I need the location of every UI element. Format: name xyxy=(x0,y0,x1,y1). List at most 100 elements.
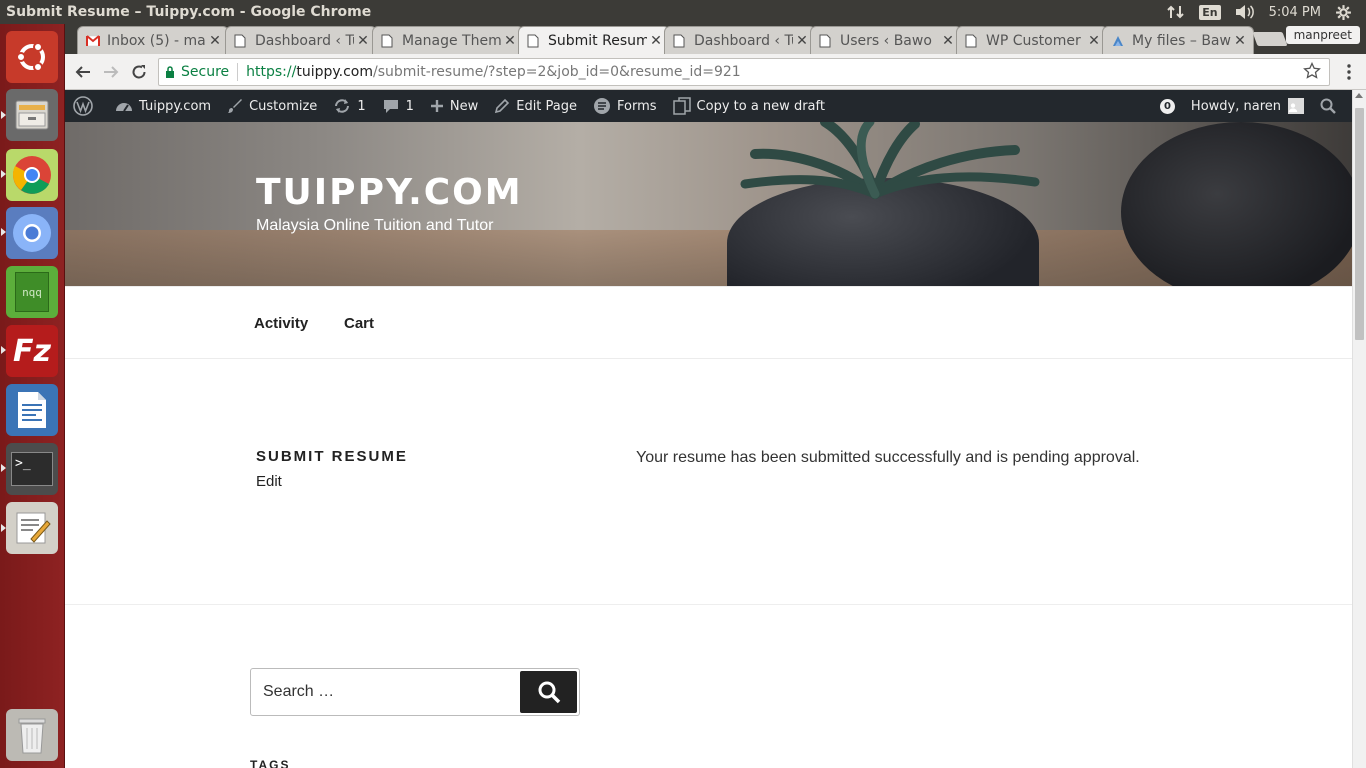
admin-comments-count: 1 xyxy=(405,98,414,114)
admin-edit-page[interactable]: Edit Page xyxy=(486,90,585,122)
secure-indicator[interactable]: Secure xyxy=(165,64,229,80)
clock[interactable]: 5:04 PM xyxy=(1269,5,1321,20)
lock-icon xyxy=(166,66,174,78)
tab-my-files[interactable]: My files – Bawo ✕ xyxy=(1102,26,1254,54)
volume-icon[interactable] xyxy=(1235,4,1255,20)
admin-edit-page-label: Edit Page xyxy=(516,98,578,114)
chrome-icon[interactable] xyxy=(6,149,58,201)
bookmark-star-icon[interactable] xyxy=(1303,61,1321,84)
admin-notifications[interactable]: 0 xyxy=(1152,90,1183,122)
succulent-leaves xyxy=(740,122,1040,199)
tab-users[interactable]: Users ‹ Bawo ✕ xyxy=(810,26,962,54)
terminal-icon[interactable]: >_ xyxy=(6,443,58,495)
admin-customize-label: Customize xyxy=(249,98,318,114)
tab-dashboard-2[interactable]: Dashboard ‹ Tuippy ✕ xyxy=(664,26,816,54)
admin-updates[interactable]: 1 xyxy=(325,90,373,122)
notifications-count: 0 xyxy=(1159,98,1175,114)
avatar xyxy=(1288,98,1304,114)
profile-button[interactable]: manpreet xyxy=(1285,26,1360,44)
browser-window: Inbox (5) - manpreet ✕ Dashboard ‹ Tuipp… xyxy=(65,24,1366,90)
trash-icon[interactable] xyxy=(6,709,58,761)
close-icon[interactable]: ✕ xyxy=(354,33,372,49)
keyboard-layout-label: En xyxy=(1199,4,1221,20)
tab-label: Manage Themes xyxy=(402,32,501,49)
tab-inbox[interactable]: Inbox (5) - manpreet ✕ xyxy=(77,26,229,54)
search-input[interactable] xyxy=(263,669,513,715)
admin-updates-count: 1 xyxy=(357,98,366,114)
close-icon[interactable]: ✕ xyxy=(793,33,811,49)
edit-link[interactable]: Edit xyxy=(256,473,282,490)
site-title[interactable]: TUIPPY.COM xyxy=(256,172,523,213)
admin-bar-right: 0 Howdy, naren xyxy=(1152,90,1352,122)
nav-cart[interactable]: Cart xyxy=(344,315,374,332)
tab-submit-resume[interactable]: Submit Resume – Tuippy ✕ xyxy=(518,26,670,55)
writer-icon[interactable] xyxy=(6,384,58,436)
admin-site-name[interactable]: Tuippy.com xyxy=(107,90,219,122)
admin-new[interactable]: New xyxy=(422,90,486,122)
secure-label: Secure xyxy=(181,64,230,80)
chromium-icon[interactable] xyxy=(6,207,58,259)
running-indicator xyxy=(1,524,6,532)
reload-icon[interactable] xyxy=(127,60,151,84)
ubuntu-dash-icon[interactable] xyxy=(6,31,58,83)
tab-label: Inbox (5) - manpreet xyxy=(107,32,206,49)
comments-icon xyxy=(383,100,398,113)
admin-forms[interactable]: Forms xyxy=(585,90,665,122)
page-scrollbar[interactable] xyxy=(1352,90,1366,768)
admin-my-account[interactable]: Howdy, naren xyxy=(1183,90,1312,122)
admin-comments[interactable]: 1 xyxy=(374,90,422,122)
forms-icon xyxy=(594,98,611,114)
admin-customize[interactable]: Customize xyxy=(219,90,325,122)
address-bar[interactable]: Secure https://tuippy.com/submit-resume/… xyxy=(158,58,1330,86)
close-icon[interactable]: ✕ xyxy=(501,33,519,49)
page-icon xyxy=(965,34,979,48)
tab-dashboard[interactable]: Dashboard ‹ Tuippy ✕ xyxy=(225,26,377,54)
page-icon xyxy=(527,34,541,48)
admin-copy-draft[interactable]: Copy to a new draft xyxy=(665,90,833,122)
gear-icon[interactable] xyxy=(1335,4,1352,21)
page-icon xyxy=(381,34,395,48)
close-icon[interactable]: ✕ xyxy=(939,33,957,49)
close-icon[interactable]: ✕ xyxy=(206,33,224,49)
close-icon[interactable]: ✕ xyxy=(647,33,665,49)
wp-logo-icon[interactable] xyxy=(65,90,107,122)
text-editor-icon[interactable] xyxy=(6,502,58,554)
menu-icon[interactable] xyxy=(1337,60,1361,84)
search-icon[interactable] xyxy=(1312,90,1352,122)
back-icon[interactable] xyxy=(71,60,95,84)
network-icon[interactable] xyxy=(1167,4,1185,20)
scrollbar-thumb[interactable] xyxy=(1355,108,1364,340)
files-icon[interactable] xyxy=(6,89,58,141)
howdy-label: Howdy, naren xyxy=(1190,98,1281,114)
new-tab-button[interactable] xyxy=(1252,32,1288,46)
nav-activity[interactable]: Activity xyxy=(254,315,308,332)
submission-message: Your resume has been submitted successfu… xyxy=(636,449,1140,466)
web-page: Tuippy.com Customize 1 1 New Edit Page F… xyxy=(65,90,1352,768)
filezilla-icon[interactable]: Fz xyxy=(6,325,58,377)
running-indicator xyxy=(1,464,6,472)
files-app-icon xyxy=(1111,34,1125,48)
scroll-up-arrow-icon[interactable] xyxy=(1355,93,1363,98)
copy-icon xyxy=(672,97,691,115)
close-icon[interactable]: ✕ xyxy=(1231,33,1249,49)
tags-widget-title: TAGS xyxy=(250,758,291,768)
divider xyxy=(65,604,1352,605)
nqq-icon[interactable]: nqq xyxy=(6,266,58,318)
plus-icon xyxy=(430,100,443,112)
browser-toolbar: Secure https://tuippy.com/submit-resume/… xyxy=(65,54,1366,90)
header-image: TUIPPY.COM Malaysia Online Tuition and T… xyxy=(65,122,1352,286)
system-top-panel: Submit Resume – Tuippy.com - Google Chro… xyxy=(0,0,1366,24)
page-icon xyxy=(819,34,833,48)
tab-label: My files – Bawo xyxy=(1132,32,1231,49)
close-icon[interactable]: ✕ xyxy=(1085,33,1103,49)
tab-strip: Inbox (5) - manpreet ✕ Dashboard ‹ Tuipp… xyxy=(65,24,1366,55)
search-button[interactable] xyxy=(520,671,577,713)
separator xyxy=(237,63,239,81)
keyboard-layout-indicator[interactable]: En xyxy=(1199,4,1221,20)
forward-icon[interactable] xyxy=(99,60,123,84)
tab-wp-customer[interactable]: WP Customer ✕ xyxy=(956,26,1108,54)
tab-label: WP Customer xyxy=(986,32,1081,49)
tab-manage-themes[interactable]: Manage Themes ✕ xyxy=(372,26,524,54)
gmail-icon xyxy=(86,34,100,48)
running-indicator xyxy=(1,111,6,119)
